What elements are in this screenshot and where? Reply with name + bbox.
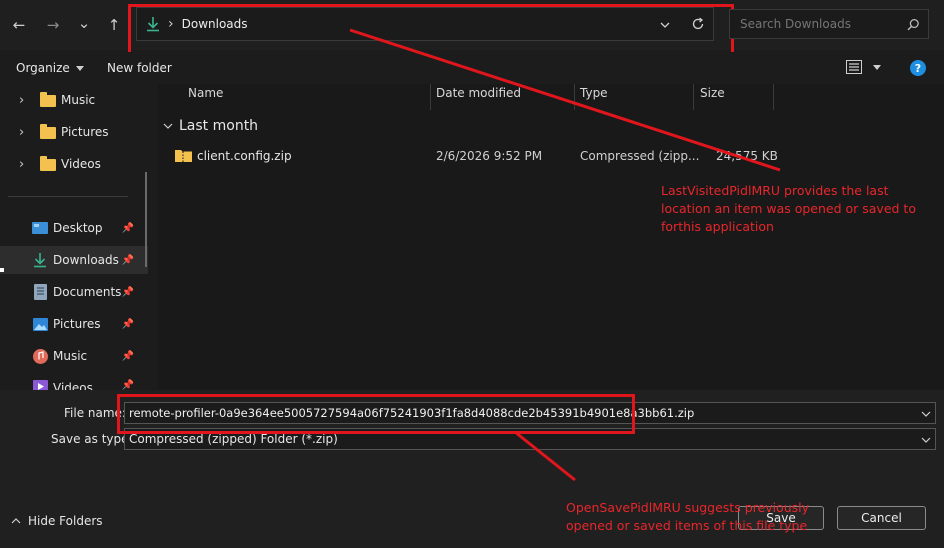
annotation-arrow-last-visited xyxy=(349,28,781,172)
annotation-arrows xyxy=(349,28,781,482)
annotation-open-save: OpenSavePidlMRU suggests previously open… xyxy=(566,500,810,533)
annotation-last-visited: LastVisitedPidlMRU provides the last loc… xyxy=(661,183,916,234)
annotation-arrow-open-save xyxy=(514,430,576,482)
